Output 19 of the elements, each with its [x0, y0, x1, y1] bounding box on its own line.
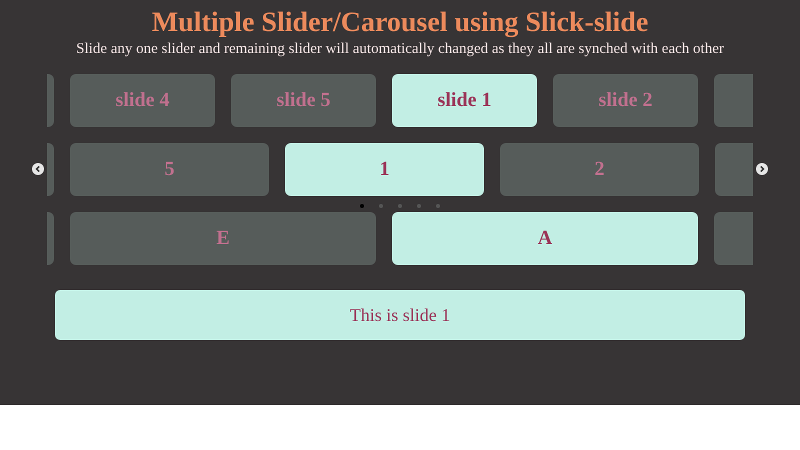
- slide-tile[interactable]: A: [392, 212, 698, 265]
- slide-tile[interactable]: 1: [285, 143, 484, 196]
- next-arrow-icon[interactable]: [756, 163, 768, 175]
- page-title: Multiple Slider/Carousel using Slick-slide: [150, 8, 650, 38]
- slide-tile[interactable]: slide 2: [553, 74, 698, 127]
- previous-arrow-icon[interactable]: [32, 163, 44, 175]
- content-panel: This is slide 1: [55, 290, 745, 340]
- pagination-dot[interactable]: [379, 204, 383, 208]
- slide-tile[interactable]: slide 5: [231, 74, 376, 127]
- page-subtitle: Slide any one slider and remaining slider will automatically changed as they all are synched with each other: [75, 40, 725, 58]
- slide-tile[interactable]: E: [70, 212, 376, 265]
- pagination-dot[interactable]: [398, 204, 402, 208]
- slide-tile[interactable]: 2: [500, 143, 699, 196]
- pagination-dot[interactable]: [360, 204, 364, 208]
- slide-tile[interactable]: slide 1: [392, 74, 537, 127]
- pagination-dot[interactable]: [436, 204, 440, 208]
- slide-tile[interactable]: 5: [70, 143, 269, 196]
- pagination-dot[interactable]: [417, 204, 421, 208]
- slide-tile[interactable]: slide 4: [70, 74, 215, 127]
